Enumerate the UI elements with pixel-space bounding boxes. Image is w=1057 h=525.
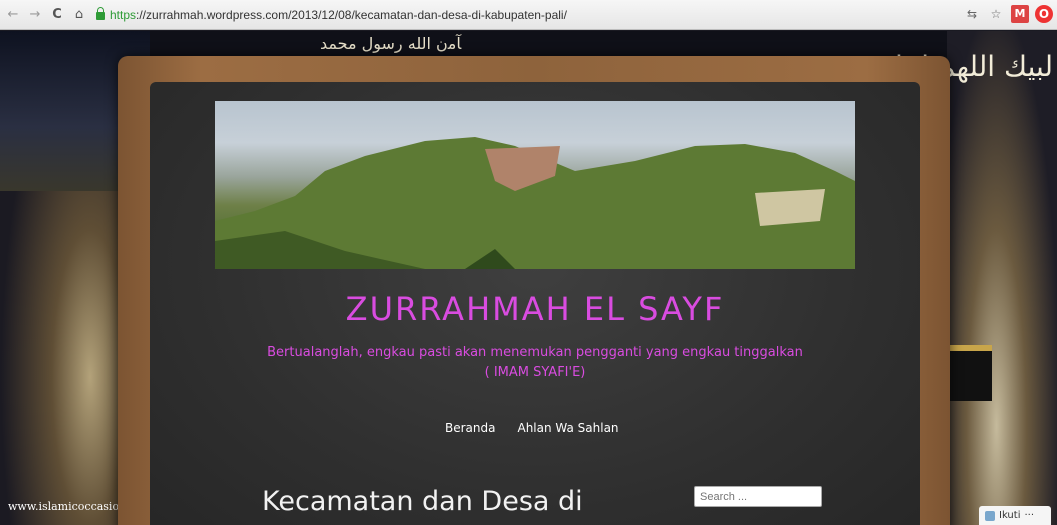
site-title[interactable]: ZURRAHMAH EL SAYF — [215, 290, 855, 328]
menu-item-beranda[interactable]: Beranda — [445, 421, 495, 435]
home-icon[interactable]: ⌂ — [72, 7, 86, 22]
address-bar[interactable]: https://zurrahmah.wordpress.com/2013/12/… — [96, 7, 567, 22]
menu-item-ahlan-wa-sahlan[interactable]: Ahlan Wa Sahlan — [517, 421, 618, 435]
post-title[interactable]: Kecamatan dan Desa di — [262, 486, 583, 517]
follow-icon — [985, 510, 995, 521]
background-right — [947, 31, 1057, 525]
watermark: www.islamicoccasio — [8, 500, 120, 513]
opera-icon[interactable]: O — [1035, 5, 1053, 23]
extension-icons: ⇆ ☆ M O — [963, 5, 1053, 23]
browser-toolbar: ← → C ⌂ https://zurrahmah.wordpress.com/… — [0, 0, 1057, 30]
calligraphy-top: ﺂﻣﻥ ﺍﻟﻠﻪ ﺭﺳﻮﻝ ﻣﺤﻤﺪ — [320, 34, 462, 53]
url-scheme: https — [110, 7, 137, 22]
more-icon[interactable]: ··· — [1024, 510, 1034, 521]
url-path: ://zurrahmah.wordpress.com/2013/12/08/ke… — [136, 7, 567, 22]
main-menu: Beranda Ahlan Wa Sahlan — [445, 421, 619, 435]
lock-icon — [96, 7, 105, 20]
reload-icon[interactable]: C — [50, 7, 64, 22]
mountain-illustration — [215, 137, 855, 269]
header-image[interactable] — [215, 101, 855, 269]
star-icon[interactable]: ☆ — [987, 5, 1005, 23]
back-icon[interactable]: ← — [6, 7, 20, 22]
forward-icon[interactable]: → — [28, 7, 42, 22]
translate-icon[interactable]: ⇆ — [963, 5, 981, 23]
tagline-line-2: ( IMAM SYAFI'E) — [484, 365, 586, 380]
tagline-line-1: Bertualanglah, engkau pasti akan menemuk… — [267, 345, 803, 360]
follow-button[interactable]: Ikuti ··· — [979, 506, 1051, 525]
search-input[interactable] — [694, 486, 822, 507]
nav-buttons: ← → C ⌂ — [0, 7, 86, 22]
site-tagline: Bertualanglah, engkau pasti akan menemuk… — [215, 343, 855, 383]
follow-label: Ikuti — [999, 510, 1021, 521]
kaaba-image — [948, 345, 992, 401]
gmail-icon[interactable]: M — [1011, 5, 1029, 23]
